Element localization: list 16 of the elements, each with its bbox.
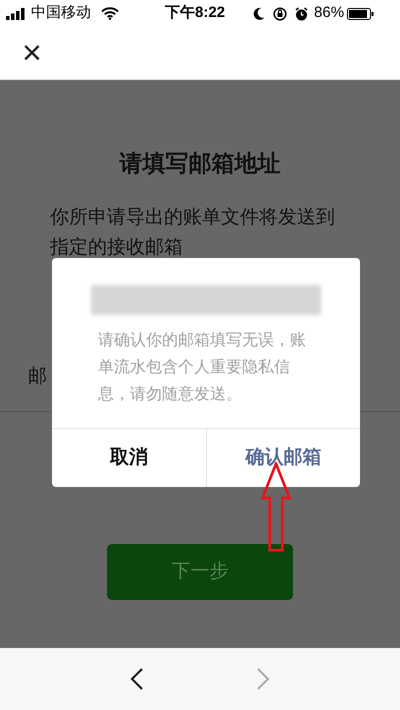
- rotation-lock-icon: [273, 6, 288, 20]
- battery-icon: [347, 8, 374, 20]
- page-title: 请填写邮箱地址: [120, 149, 280, 178]
- back-icon[interactable]: [130, 667, 144, 691]
- alarm-icon: [295, 6, 308, 20]
- clock-time: 下午8:22: [165, 3, 226, 24]
- field-label: 邮: [28, 366, 47, 386]
- confirm-email-button[interactable]: 确认邮箱: [206, 429, 360, 487]
- battery-percent: 86%: [314, 3, 344, 24]
- wifi-icon: [101, 7, 119, 20]
- close-button[interactable]: ×: [22, 36, 42, 70]
- dialog-message: 请确认你的邮箱填写无误，账单流水包含个人重要隐私信息，请勿随意发送。: [98, 330, 307, 405]
- carrier-name: 中国移动: [31, 3, 91, 24]
- moon-icon: [253, 7, 266, 20]
- page-description: 你所申请导出的账单文件将发送到指定的接收邮箱: [50, 206, 336, 260]
- cancel-button[interactable]: 取消: [52, 429, 206, 487]
